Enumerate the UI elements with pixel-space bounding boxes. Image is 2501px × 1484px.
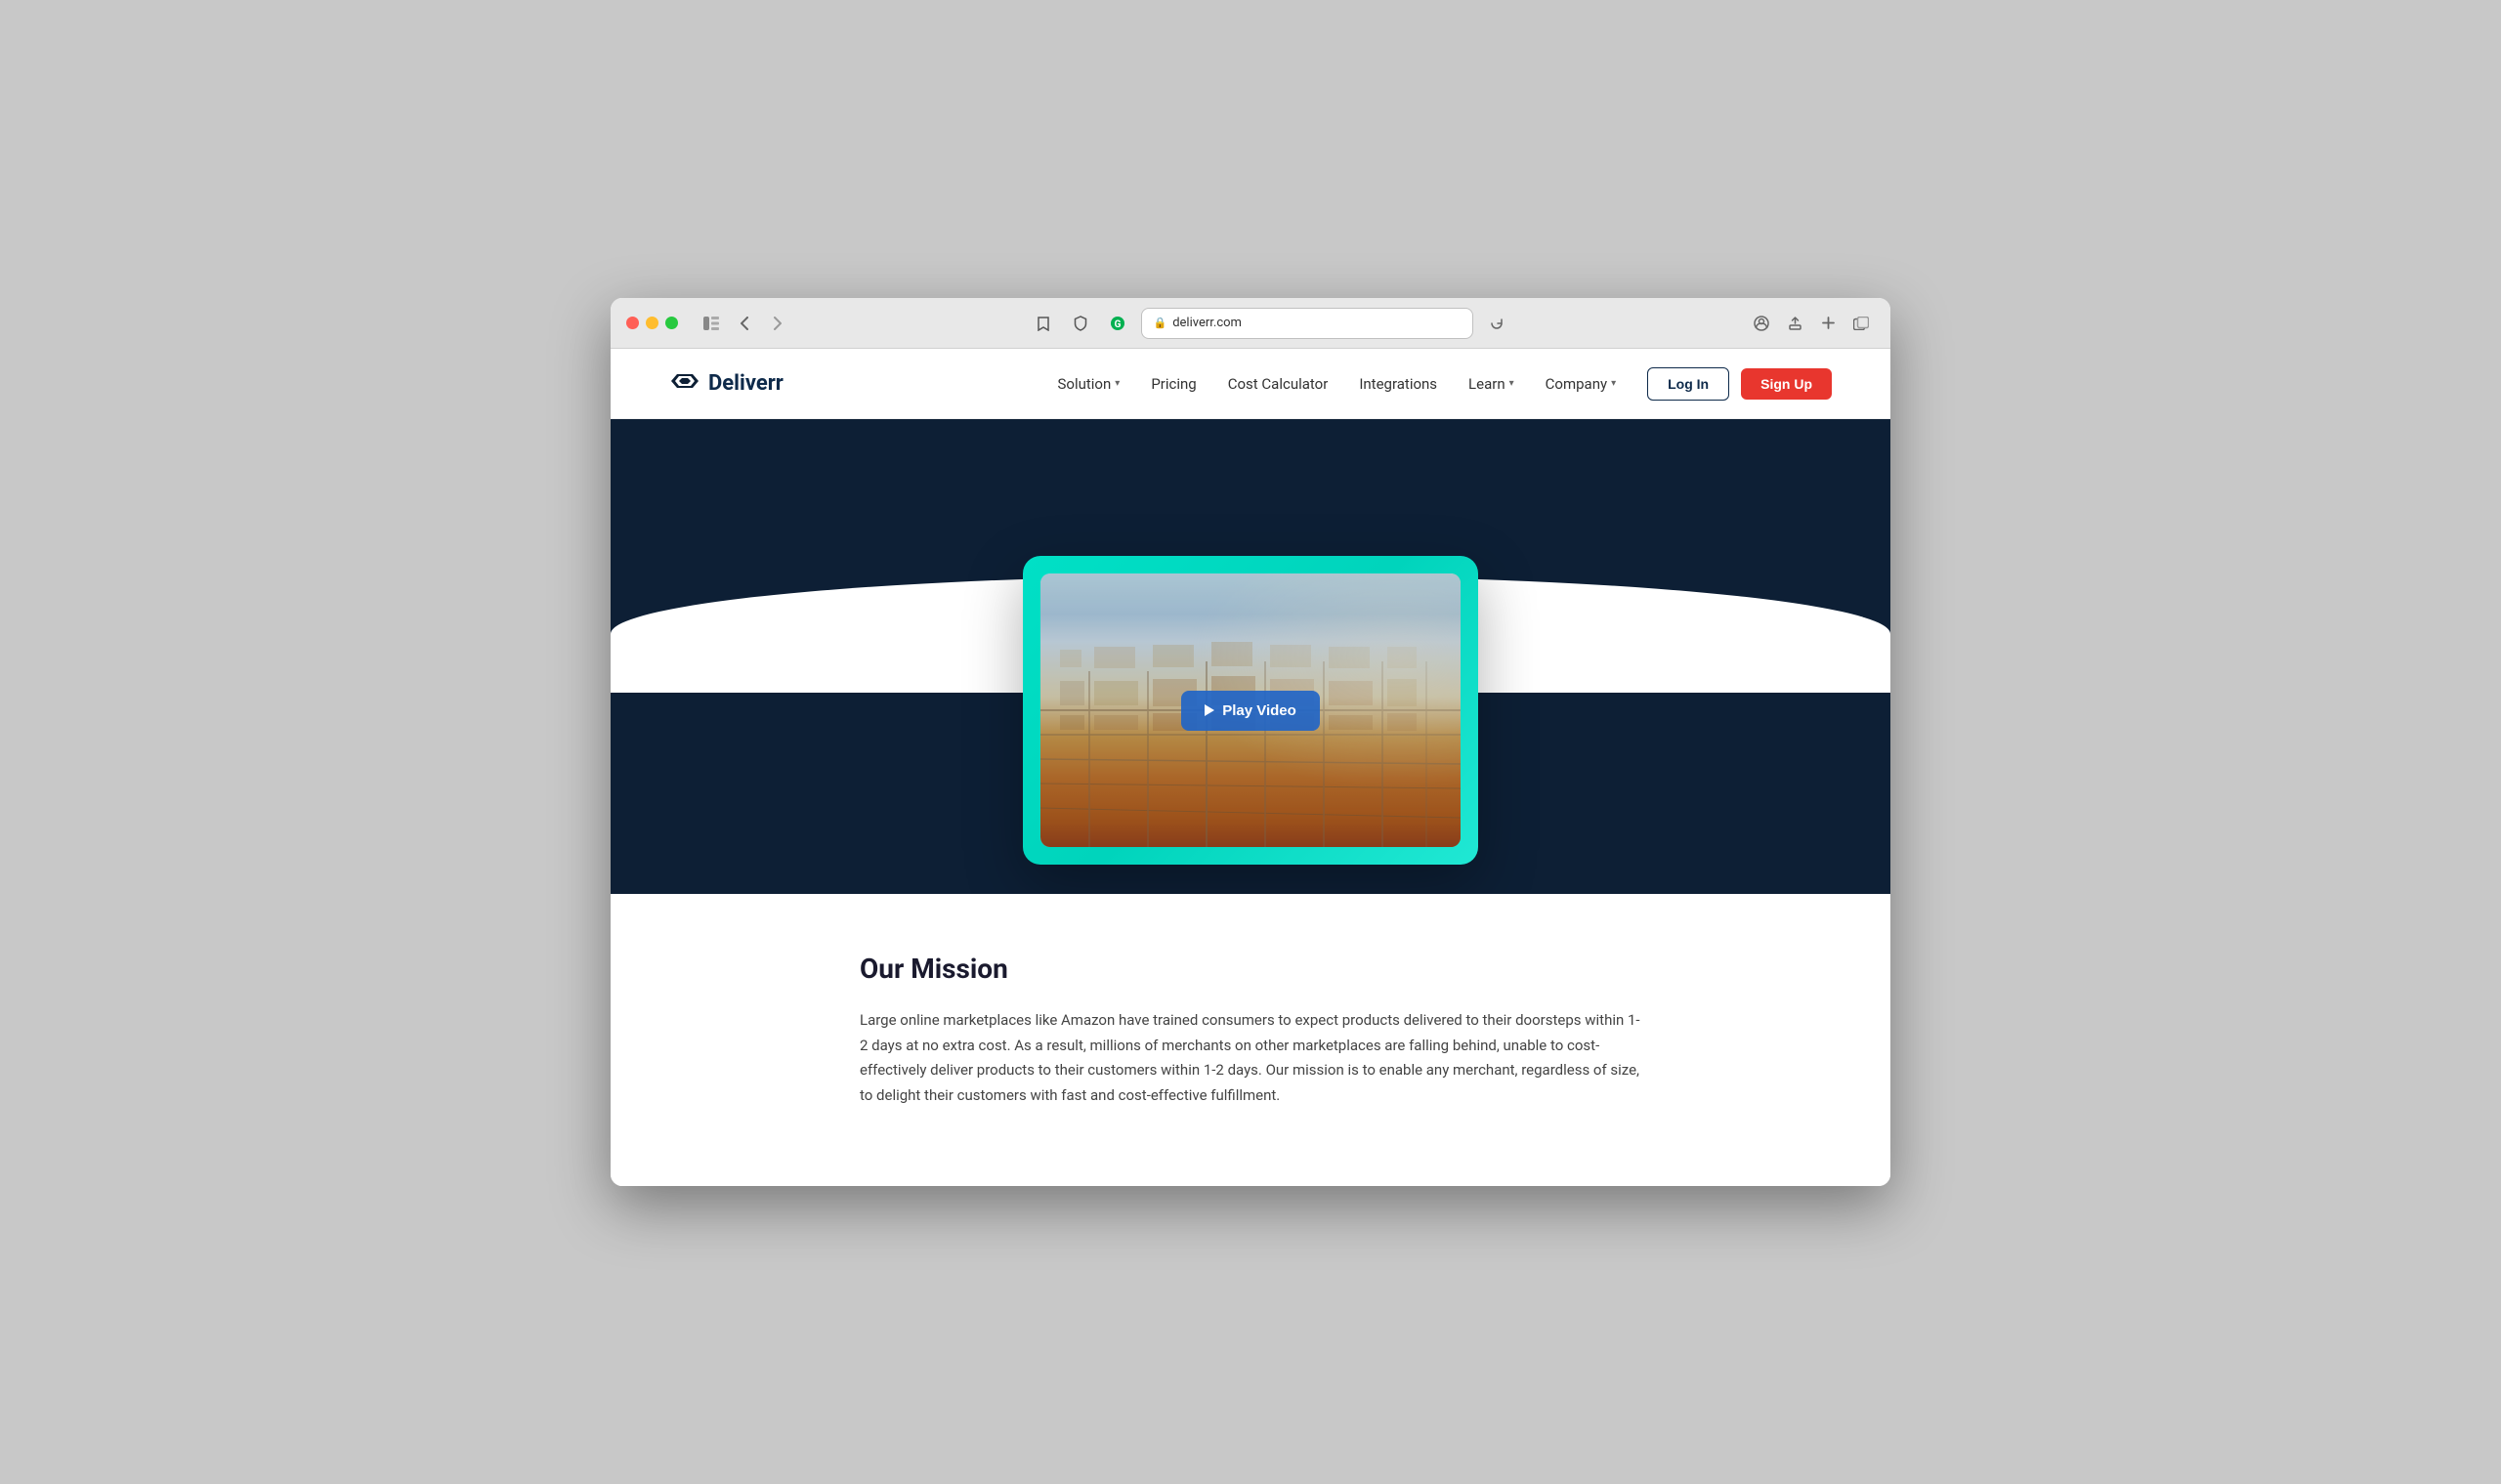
- traffic-lights: [626, 317, 678, 329]
- forward-button[interactable]: [764, 310, 791, 337]
- shield-icon[interactable]: [1067, 310, 1094, 337]
- browser-window: G 🔒 deliverr.com: [611, 298, 1890, 1186]
- back-button[interactable]: [731, 310, 758, 337]
- url-text: deliverr.com: [1172, 316, 1242, 330]
- nav-integrations[interactable]: Integrations: [1359, 375, 1437, 393]
- lock-icon: 🔒: [1154, 317, 1167, 329]
- refresh-button[interactable]: [1483, 310, 1510, 337]
- logo-icon: [669, 370, 700, 398]
- mission-body: Large online marketplaces like Amazon ha…: [860, 1008, 1641, 1108]
- page-content: Deliverr Solution ▾ Pricing Cost Calcula…: [611, 349, 1890, 1186]
- signup-button[interactable]: Sign Up: [1741, 368, 1832, 400]
- video-card: Play Video: [1023, 556, 1478, 865]
- nav-cost-calculator[interactable]: Cost Calculator: [1228, 375, 1329, 393]
- nav-pricing[interactable]: Pricing: [1151, 375, 1196, 393]
- hero-section: Play Video: [611, 419, 1890, 894]
- bookmarks-icon[interactable]: [1030, 310, 1057, 337]
- logo-text: Deliverr: [708, 371, 784, 396]
- nav-actions: Log In Sign Up: [1647, 367, 1832, 401]
- video-container: Play Video: [611, 536, 1890, 894]
- play-video-button[interactable]: Play Video: [1181, 691, 1320, 731]
- nav-links: Solution ▾ Pricing Cost Calculator Integ…: [1058, 375, 1617, 393]
- browser-titlebar: G 🔒 deliverr.com: [611, 298, 1890, 349]
- video-thumbnail: Play Video: [1040, 573, 1461, 847]
- svg-text:G: G: [1114, 319, 1121, 330]
- video-overlay: Play Video: [1040, 573, 1461, 847]
- maximize-button[interactable]: [665, 317, 678, 329]
- extension-icon[interactable]: G: [1104, 310, 1131, 337]
- upload-icon[interactable]: [1781, 310, 1808, 337]
- tab-switcher-icon[interactable]: [1847, 310, 1875, 337]
- company-chevron-icon: ▾: [1611, 378, 1616, 389]
- navbar: Deliverr Solution ▾ Pricing Cost Calcula…: [611, 349, 1890, 419]
- profile-icon[interactable]: [1748, 310, 1775, 337]
- chevron-down-icon: ▾: [1115, 378, 1120, 389]
- address-bar-container: G 🔒 deliverr.com: [803, 308, 1736, 339]
- nav-solution[interactable]: Solution ▾: [1058, 375, 1121, 393]
- address-bar[interactable]: 🔒 deliverr.com: [1141, 308, 1473, 339]
- sidebar-toggle-icon[interactable]: [698, 310, 725, 337]
- minimize-button[interactable]: [646, 317, 658, 329]
- login-button[interactable]: Log In: [1647, 367, 1729, 401]
- logo[interactable]: Deliverr: [669, 370, 784, 398]
- play-label: Play Video: [1222, 702, 1296, 719]
- new-tab-icon[interactable]: [1814, 310, 1842, 337]
- mission-section: Our Mission Large online marketplaces li…: [860, 953, 1641, 1108]
- browser-right-icons: [1748, 310, 1875, 337]
- play-icon: [1205, 704, 1214, 716]
- nav-company[interactable]: Company ▾: [1546, 375, 1616, 393]
- learn-chevron-icon: ▾: [1509, 378, 1514, 389]
- browser-controls: [698, 310, 791, 337]
- nav-learn[interactable]: Learn ▾: [1468, 375, 1514, 393]
- mission-title: Our Mission: [860, 953, 1641, 985]
- close-button[interactable]: [626, 317, 639, 329]
